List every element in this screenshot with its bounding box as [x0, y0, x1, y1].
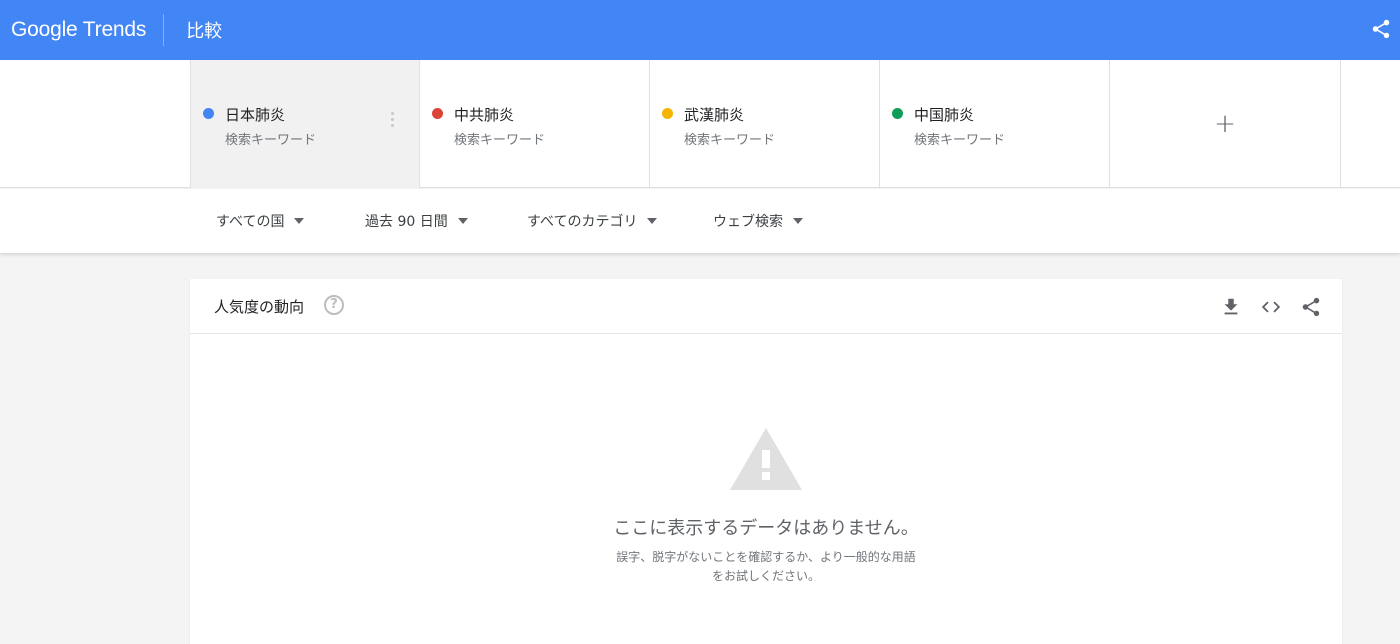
- term-color-dot: [892, 108, 903, 119]
- category-filter[interactable]: すべてのカテゴリ: [527, 211, 658, 231]
- term-type: 検索キーワード: [914, 133, 1006, 148]
- region-filter[interactable]: すべての国: [216, 211, 305, 231]
- help-icon[interactable]: ?: [324, 295, 344, 315]
- search-type-filter-label: ウェブ検索: [713, 214, 783, 230]
- search-term-3[interactable]: 武漢肺炎 検索キーワード: [650, 60, 880, 188]
- search-term-2[interactable]: 中共肺炎 検索キーワード: [420, 60, 650, 188]
- no-data-title: ここに表示するデータはありません。: [613, 518, 919, 539]
- logo-trends-text: Trends: [82, 18, 147, 41]
- search-terms-row: 日本肺炎 検索キーワード 中共肺炎 検索キーワード 武漢肺炎 検索キーワード 中…: [0, 60, 1400, 188]
- logo-google-text: Google: [11, 18, 78, 41]
- caret-down-icon: [793, 218, 803, 224]
- page-title: 比較: [186, 21, 223, 42]
- card-title: 人気度の動向: [214, 298, 305, 316]
- term-name: 中国肺炎: [914, 106, 975, 124]
- embed-code-icon[interactable]: [1260, 296, 1282, 318]
- card-header: 人気度の動向 ?: [190, 279, 1342, 334]
- more-options-icon[interactable]: [391, 112, 395, 132]
- region-filter-label: すべての国: [216, 214, 285, 230]
- caret-down-icon: [647, 218, 658, 224]
- caret-down-icon: [457, 218, 468, 224]
- term-name: 日本肺炎: [225, 106, 286, 124]
- google-trends-logo[interactable]: Google Trends: [11, 18, 146, 42]
- search-term-1[interactable]: 日本肺炎 検索キーワード: [190, 60, 420, 188]
- term-name: 中共肺炎: [454, 106, 515, 124]
- term-type: 検索キーワード: [225, 133, 317, 148]
- term-name: 武漢肺炎: [684, 106, 745, 124]
- term-type: 検索キーワード: [454, 133, 546, 148]
- interest-over-time-card: 人気度の動向 ? ここに表示するデータはありません。 誤字、脱字がないことを確認…: [190, 279, 1342, 644]
- term-color-dot: [203, 108, 214, 119]
- caret-down-icon: [294, 218, 305, 224]
- download-icon[interactable]: [1220, 296, 1242, 318]
- no-data-description-line-1: 誤字、脱字がないことを確認するか、より一般的な用語: [616, 550, 916, 564]
- app-header: Google Trends 比較: [0, 0, 1400, 60]
- time-range-filter[interactable]: 過去 90 日間: [365, 211, 468, 231]
- share-icon[interactable]: [1370, 18, 1392, 40]
- search-term-4[interactable]: 中国肺炎 検索キーワード: [880, 60, 1110, 188]
- filter-bar: すべての国 過去 90 日間 すべてのカテゴリ ウェブ検索: [0, 189, 1400, 253]
- time-range-filter-label: 過去 90 日間: [365, 214, 448, 230]
- term-color-dot: [432, 108, 443, 119]
- term-color-dot: [662, 108, 673, 119]
- search-type-filter[interactable]: ウェブ検索: [713, 211, 803, 231]
- no-data-description-line-2: をお試しください。: [711, 569, 820, 583]
- term-type: 検索キーワード: [684, 133, 776, 148]
- header-divider: [163, 14, 165, 46]
- category-filter-label: すべてのカテゴリ: [527, 214, 638, 230]
- no-data-description: 誤字、脱字がないことを確認するか、より一般的な用語 をお試しください。: [190, 548, 1342, 586]
- share-icon[interactable]: [1300, 296, 1322, 318]
- warning-icon: [730, 428, 802, 490]
- add-term-button[interactable]: +: [1110, 60, 1341, 188]
